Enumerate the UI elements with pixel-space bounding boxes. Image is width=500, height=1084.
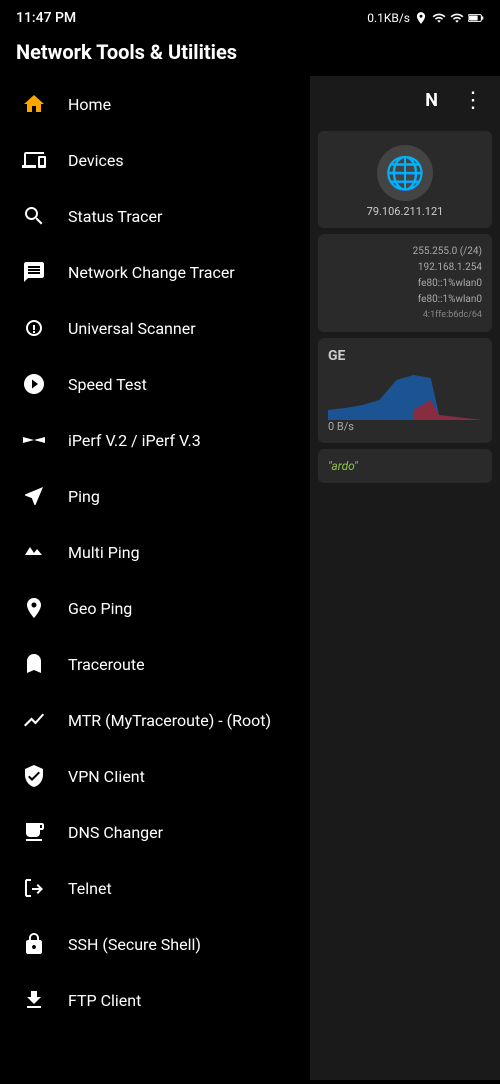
navigation-drawer: Home Devices Status Tracer Network Chang…: [0, 76, 310, 1080]
sidebar-item-home[interactable]: Home: [0, 76, 310, 132]
geo-ping-icon: [20, 594, 48, 622]
iperf-icon: [20, 426, 48, 454]
overflow-menu-button[interactable]: ⋮: [454, 84, 492, 117]
universal-scanner-icon: [20, 314, 48, 342]
sidebar-item-multi-ping[interactable]: Multi Ping: [0, 524, 310, 580]
sidebar-item-mtr[interactable]: MTR (MyTraceroute) - (Root): [0, 692, 310, 748]
sidebar-label-iperf: iPerf V.2 / iPerf V.3: [68, 431, 201, 450]
sidebar-label-geo-ping: Geo Ping: [68, 599, 132, 618]
sidebar-item-ping[interactable]: Ping: [0, 468, 310, 524]
panel-on-label: N: [425, 90, 454, 111]
vpn-client-icon: [20, 762, 48, 790]
status-right-icons: 0.1KB/s: [367, 11, 484, 25]
status-time: 11:47 PM: [16, 10, 76, 26]
sidebar-label-speed-test: Speed Test: [68, 375, 147, 394]
home-icon: [20, 90, 48, 118]
user-name: "ardo": [328, 459, 482, 473]
app-title: Network Tools & Utilities: [16, 40, 237, 64]
globe-icon: 🌐: [377, 145, 433, 201]
traceroute-icon: [20, 650, 48, 678]
globe-card: 🌐 79.106.211.121: [318, 131, 492, 228]
connection-type-card: GE 0 B/s: [318, 338, 492, 443]
ssh-icon: [20, 930, 48, 958]
app-header: Network Tools & Utilities: [0, 32, 500, 76]
sidebar-label-home: Home: [68, 95, 111, 114]
wifi-icon: [450, 11, 464, 25]
network-info-card: 255.255.0 (/24) 192.168.1.254 fe80::1%wl…: [318, 234, 492, 332]
sidebar-label-network-change-tracer: Network Change Tracer: [68, 263, 235, 282]
main-layout: Home Devices Status Tracer Network Chang…: [0, 76, 500, 1080]
network-change-tracer-icon: [20, 258, 48, 286]
devices-icon: [20, 146, 48, 174]
multi-ping-icon: [20, 538, 48, 566]
status-bar: 11:47 PM 0.1KB/s: [0, 0, 500, 32]
sidebar-label-traceroute: Traceroute: [68, 655, 145, 674]
main-panel-header: N ⋮: [310, 76, 500, 125]
network-speed: 0.1KB/s: [367, 11, 410, 25]
sidebar-label-status-tracer: Status Tracer: [68, 207, 162, 226]
ip-address: 79.106.211.121: [367, 205, 444, 218]
sidebar-label-multi-ping: Multi Ping: [68, 543, 140, 562]
sidebar-item-telnet[interactable]: Telnet: [0, 860, 310, 916]
sidebar-label-devices: Devices: [68, 151, 124, 170]
dns-changer-icon: [20, 818, 48, 846]
sidebar-item-devices[interactable]: Devices: [0, 132, 310, 188]
sidebar-item-iperf[interactable]: iPerf V.2 / iPerf V.3: [0, 412, 310, 468]
status-tracer-icon: [20, 202, 48, 230]
alarm-icon: [414, 11, 428, 25]
sidebar-item-ssh[interactable]: SSH (Secure Shell): [0, 916, 310, 972]
speed-value: 0 B/s: [328, 420, 482, 433]
sidebar-item-network-change-tracer[interactable]: Network Change Tracer: [0, 244, 310, 300]
sidebar-item-status-tracer[interactable]: Status Tracer: [0, 188, 310, 244]
speed-chart: [328, 370, 482, 420]
sidebar-item-vpn-client[interactable]: VPN CIient: [0, 748, 310, 804]
speed-test-icon: [20, 370, 48, 398]
sidebar-label-vpn-client: VPN CIient: [68, 767, 145, 786]
user-card: "ardo": [318, 449, 492, 483]
sidebar-label-ping: Ping: [68, 487, 100, 506]
sidebar-label-ftp-client: FTP Client: [68, 991, 141, 1010]
sidebar-item-traceroute[interactable]: Traceroute: [0, 636, 310, 692]
telnet-icon: [20, 874, 48, 902]
main-content-panel: N ⋮ 🌐 79.106.211.121 255.255.0 (/24) 192…: [310, 76, 500, 1080]
sidebar-label-universal-scanner: Universal Scanner: [68, 319, 196, 338]
sidebar-label-ssh: SSH (Secure Shell): [68, 935, 201, 954]
ftp-client-icon: [20, 986, 48, 1014]
sidebar-label-mtr: MTR (MyTraceroute) - (Root): [68, 711, 271, 730]
sidebar-item-ftp-client[interactable]: FTP Client: [0, 972, 310, 1028]
sidebar-label-telnet: Telnet: [68, 879, 112, 898]
ping-icon: [20, 482, 48, 510]
battery-icon: [468, 12, 484, 24]
sidebar-item-geo-ping[interactable]: Geo Ping: [0, 580, 310, 636]
sidebar-item-speed-test[interactable]: Speed Test: [0, 356, 310, 412]
signal-icon: [432, 11, 446, 25]
sidebar-item-dns-changer[interactable]: DNS Changer: [0, 804, 310, 860]
sidebar-label-dns-changer: DNS Changer: [68, 823, 163, 842]
network-info-text: 255.255.0 (/24) 192.168.1.254 fe80::1%wl…: [328, 244, 482, 322]
connection-type-label: GE: [328, 348, 482, 364]
sidebar-item-universal-scanner[interactable]: Universal Scanner: [0, 300, 310, 356]
mtr-icon: [20, 706, 48, 734]
